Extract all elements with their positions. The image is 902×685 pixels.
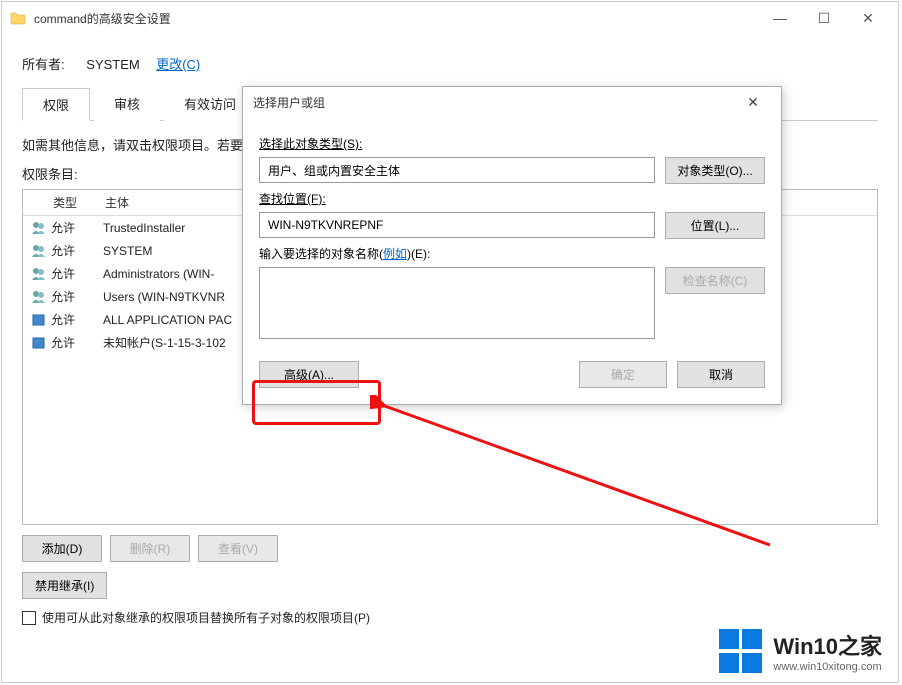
dialog-title: 选择用户或组 — [253, 94, 325, 111]
ok-button[interactable]: 确定 — [579, 361, 667, 388]
minimize-button[interactable]: — — [758, 4, 802, 32]
user-icon — [31, 267, 51, 281]
object-type-input[interactable] — [259, 157, 655, 183]
tab-permissions[interactable]: 权限 — [22, 88, 90, 121]
replace-children-row: 使用可从此对象继承的权限项目替换所有子对象的权限项目(P) — [22, 609, 878, 626]
add-button[interactable]: 添加(D) — [22, 535, 102, 562]
user-icon — [31, 221, 51, 235]
view-button[interactable]: 查看(V) — [198, 535, 278, 562]
location-button[interactable]: 位置(L)... — [665, 212, 765, 239]
remove-button[interactable]: 删除(R) — [110, 535, 190, 562]
windows-logo-icon — [719, 629, 763, 673]
col-type: 类型 — [53, 194, 105, 211]
check-names-button[interactable]: 检查名称(C) — [665, 267, 765, 294]
folder-icon — [10, 11, 26, 25]
owner-value: SYSTEM — [86, 57, 139, 72]
cancel-button[interactable]: 取消 — [677, 361, 765, 388]
tab-audit[interactable]: 审核 — [94, 88, 160, 121]
inherit-row: 禁用继承(I) — [22, 572, 878, 599]
change-owner-link[interactable]: 更改(C) — [156, 57, 200, 72]
permission-buttons: 添加(D) 删除(R) 查看(V) — [22, 535, 878, 562]
col-principal: 主体 — [105, 194, 265, 211]
object-type-label: 选择此对象类型(S): — [259, 135, 765, 152]
owner-row: 所有者: SYSTEM 更改(C) — [22, 54, 878, 73]
advanced-button[interactable]: 高级(A)... — [259, 361, 359, 388]
replace-children-checkbox[interactable] — [22, 611, 36, 625]
watermark-brand: Win10之家 — [773, 629, 882, 661]
object-name-label: 输入要选择的对象名称(例如)(E): — [259, 245, 765, 262]
close-button[interactable]: ✕ — [846, 4, 890, 32]
object-name-input[interactable] — [259, 267, 655, 339]
maximize-button[interactable]: ☐ — [802, 4, 846, 32]
group-icon — [31, 336, 51, 350]
watermark: Win10之家 www.win10xitong.com — [719, 629, 882, 673]
close-icon[interactable]: ✕ — [735, 89, 771, 115]
location-label: 查找位置(F): — [259, 190, 765, 207]
user-icon — [31, 244, 51, 258]
replace-children-label: 使用可从此对象继承的权限项目替换所有子对象的权限项目(P) — [42, 609, 370, 626]
dialog-titlebar: 选择用户或组 ✕ — [243, 87, 781, 117]
window-title: command的高级安全设置 — [34, 10, 171, 27]
object-type-button[interactable]: 对象类型(O)... — [665, 157, 765, 184]
titlebar: command的高级安全设置 — ☐ ✕ — [2, 2, 898, 34]
owner-label: 所有者: — [22, 57, 65, 72]
disable-inheritance-button[interactable]: 禁用继承(I) — [22, 572, 107, 599]
group-icon — [31, 313, 51, 327]
example-link[interactable]: 例如 — [383, 247, 407, 261]
location-input[interactable] — [259, 212, 655, 238]
select-user-dialog: 选择用户或组 ✕ 选择此对象类型(S): 对象类型(O)... 查找位置(F):… — [242, 86, 782, 405]
user-icon — [31, 290, 51, 304]
watermark-url: www.win10xitong.com — [773, 661, 882, 673]
